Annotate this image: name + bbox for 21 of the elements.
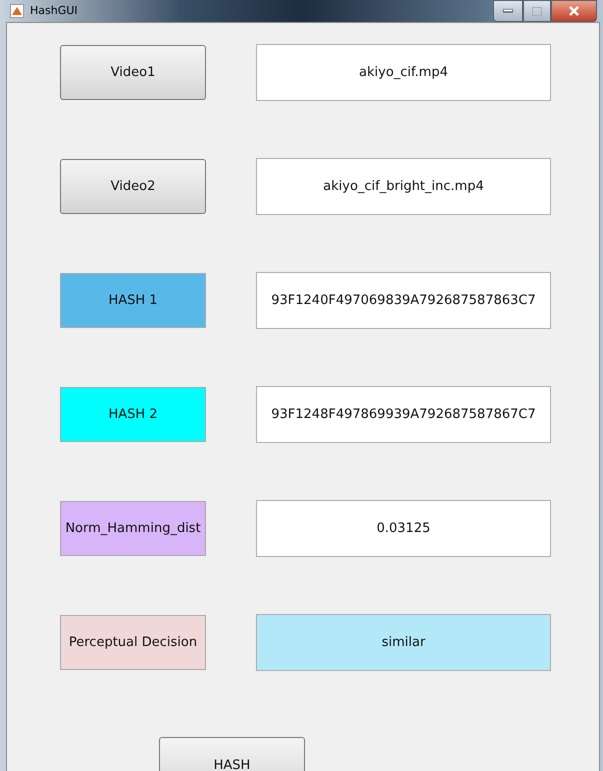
maximize-icon: [532, 6, 542, 16]
close-button[interactable]: [551, 0, 597, 22]
text-field[interactable]: akiyo_cif.mp4: [256, 44, 551, 101]
maximize-button[interactable]: [523, 0, 551, 22]
text-field[interactable]: 0.03125: [256, 500, 551, 557]
minimize-button[interactable]: [493, 0, 523, 22]
window-title: HashGUI: [30, 2, 78, 19]
file-button[interactable]: Video1: [60, 45, 206, 100]
text-field[interactable]: 93F1248F497869939A792687587867C7: [256, 386, 551, 443]
app-icon: [10, 4, 24, 18]
file-button[interactable]: Video2: [60, 159, 206, 214]
minimize-icon: [503, 9, 513, 13]
text-field[interactable]: akiyo_cif_bright_inc.mp4: [256, 158, 551, 215]
result-field: similar: [256, 614, 551, 671]
label: Norm_Hamming_dist: [60, 501, 206, 556]
close-icon: [569, 6, 579, 16]
label: Perceptual Decision: [60, 615, 206, 670]
label: HASH 2: [60, 387, 206, 442]
hash-button[interactable]: HASH: [159, 737, 305, 771]
text-field[interactable]: 93F1240F497069839A792687587863C7: [256, 272, 551, 329]
label: HASH 1: [60, 273, 206, 328]
